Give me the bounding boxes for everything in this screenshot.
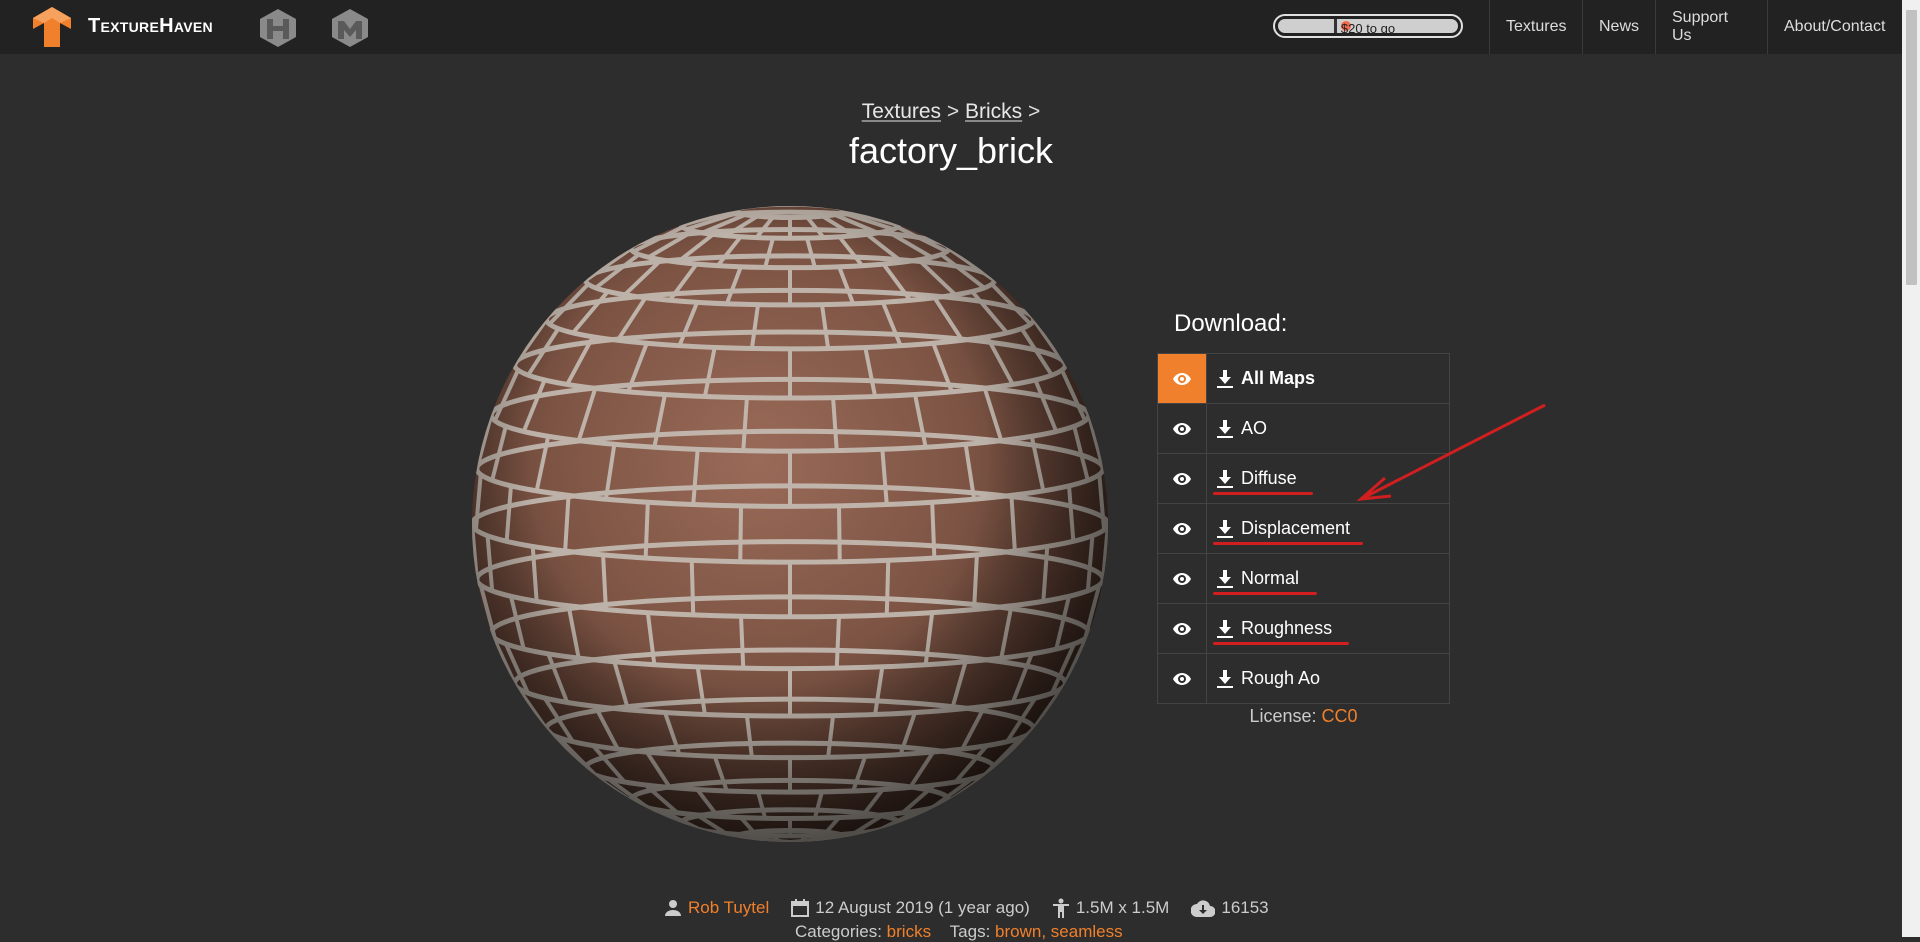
publish-date: 12 August 2019 (1 year ago)	[815, 898, 1030, 917]
download-row-roughness: Roughness	[1158, 604, 1449, 654]
donation-progress-bar[interactable]: $20 to go	[1273, 14, 1463, 38]
download-icon	[1217, 669, 1233, 688]
download-row-normal: Normal	[1158, 554, 1449, 604]
download-count: 16153	[1221, 898, 1269, 917]
mortar-joint	[772, 840, 791, 842]
download-icon	[1217, 469, 1233, 488]
human-scale-icon	[1052, 898, 1069, 918]
download-displacement-button[interactable]: Displacement	[1207, 504, 1449, 553]
breadcrumb-bricks[interactable]: Bricks	[965, 100, 1022, 123]
breadcrumb-textures[interactable]: Textures	[862, 100, 941, 123]
download-item-label: All Maps	[1241, 368, 1316, 388]
page-scrollbar[interactable]	[1902, 0, 1920, 937]
nav-support-us[interactable]: Support Us	[1655, 0, 1767, 54]
mortar-joint	[757, 840, 791, 842]
breadcrumb-separator: >	[946, 100, 960, 123]
3dmodelhaven-icon[interactable]	[330, 9, 370, 47]
annotation-underline	[1213, 492, 1313, 495]
download-heading: Download:	[1174, 310, 1288, 337]
download-item-label: Displacement	[1241, 518, 1351, 538]
progress-label: $20 to go	[1340, 21, 1396, 36]
preview-eye-icon[interactable]	[1158, 554, 1207, 603]
download-item-label: Rough Ao	[1241, 668, 1321, 688]
preview-eye-icon[interactable]	[1158, 354, 1207, 403]
cloud-download-icon	[1191, 900, 1216, 917]
download-all-maps-button[interactable]: All Maps	[1207, 354, 1449, 403]
tag-links[interactable]: brown, seamless	[995, 922, 1123, 941]
texture-meta: Rob Tuytel 12 August 2019 (1 year ago) 1…	[664, 898, 1291, 918]
nav-about-contact[interactable]: About/Contact	[1767, 0, 1902, 54]
download-roughness-button[interactable]: Roughness	[1207, 604, 1449, 653]
breadcrumb: Textures > Bricks >	[0, 100, 1902, 124]
tags-label: Tags:	[949, 922, 991, 941]
nav-textures[interactable]: Textures	[1489, 0, 1582, 54]
date-info: 12 August 2019 (1 year ago)	[791, 898, 1030, 918]
breadcrumb-separator: >	[1028, 100, 1041, 123]
preview-eye-icon[interactable]	[1158, 604, 1207, 653]
download-normal-button[interactable]: Normal	[1207, 554, 1449, 603]
download-item-label: Diffuse	[1241, 468, 1297, 488]
real-world-size: 1.5M x 1.5M	[1075, 898, 1170, 917]
nav-news[interactable]: News	[1582, 0, 1655, 54]
download-row-displacement: Displacement	[1158, 504, 1449, 554]
size-info: 1.5M x 1.5M	[1052, 898, 1170, 918]
preview-eye-icon[interactable]	[1158, 454, 1207, 503]
texture-preview-sphere[interactable]	[470, 204, 1110, 844]
download-item-label: Roughness	[1241, 618, 1333, 638]
author-link[interactable]: Rob Tuytel	[688, 898, 769, 918]
download-item-label: AO	[1241, 418, 1268, 438]
categories-label: Categories:	[795, 922, 882, 941]
download-icon	[1217, 369, 1233, 388]
download-icon	[1217, 619, 1233, 638]
download-icon	[1217, 569, 1233, 588]
category-link[interactable]: bricks	[887, 922, 931, 941]
download-rough-ao-button[interactable]: Rough Ao	[1207, 654, 1449, 703]
downloads-info: 16153	[1191, 898, 1269, 918]
preview-eye-icon[interactable]	[1158, 404, 1207, 453]
logo-text[interactable]: TextureHaven	[88, 15, 213, 38]
calendar-icon	[791, 899, 810, 917]
site-header: TextureHaven $20 to go Textures News Sup…	[0, 0, 1902, 54]
texturehaven-logo-icon[interactable]	[33, 7, 71, 47]
annotation-underline	[1213, 642, 1349, 645]
categories-tags: Categories: bricks Tags: brown, seamless	[795, 922, 1123, 942]
annotation-arrow	[1356, 403, 1546, 501]
download-item-label: Normal	[1241, 568, 1300, 588]
license-label: License:	[1249, 706, 1317, 726]
page-title: factory_brick	[848, 130, 1054, 171]
preview-eye-icon[interactable]	[1158, 504, 1207, 553]
mortar-joint	[789, 840, 808, 842]
person-icon	[665, 900, 681, 916]
download-icon	[1217, 419, 1233, 438]
license-link[interactable]: CC0	[1322, 706, 1358, 726]
license-info: License: CC0	[1157, 706, 1450, 727]
download-row-rough-ao: Rough Ao	[1158, 654, 1449, 703]
author-info: Rob Tuytel	[664, 898, 769, 918]
hdrihaven-icon[interactable]	[258, 9, 298, 47]
annotation-underline	[1213, 542, 1363, 545]
annotation-underline	[1213, 592, 1317, 595]
mortar-joint	[789, 840, 823, 842]
preview-eye-icon[interactable]	[1158, 654, 1207, 703]
scrollbar-thumb[interactable]	[1906, 10, 1917, 285]
download-row-all-maps: All Maps	[1158, 354, 1449, 404]
download-icon	[1217, 519, 1233, 538]
